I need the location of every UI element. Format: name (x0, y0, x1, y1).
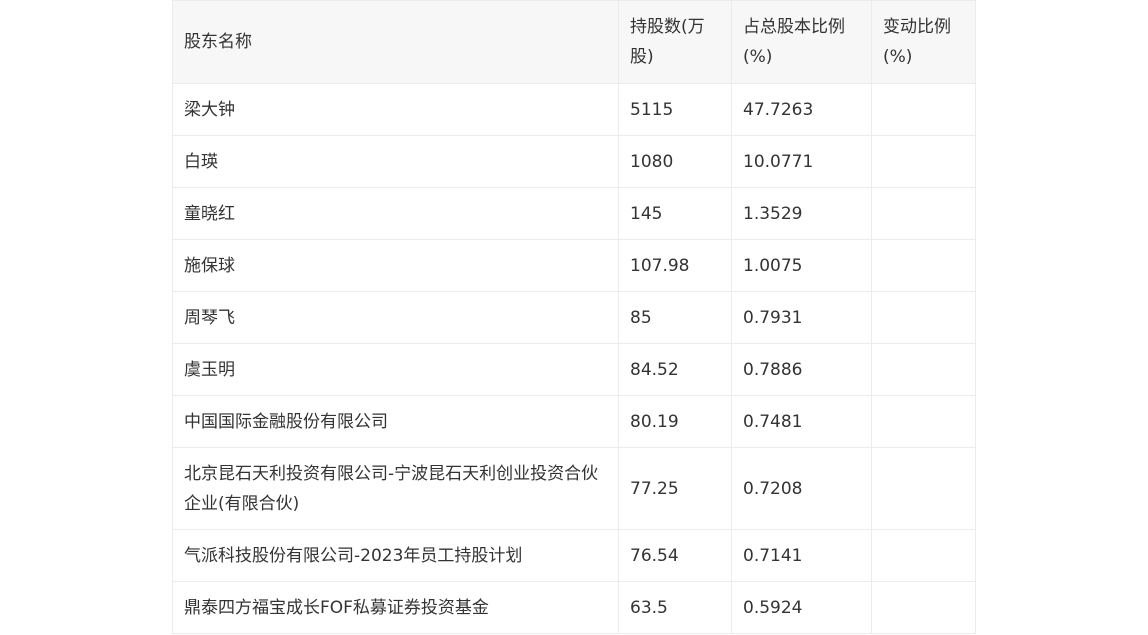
cell-shareholder-name: 施保球 (172, 239, 619, 292)
header-shareholder-name: 股东名称 (172, 0, 619, 84)
cell-change (871, 581, 976, 634)
cell-shareholder-name: 气派科技股份有限公司-2023年员工持股计划 (172, 529, 619, 582)
cell-ratio: 0.5924 (731, 581, 872, 634)
table-row: 童晓红 145 1.3529 (172, 187, 976, 240)
cell-shares: 107.98 (618, 239, 732, 292)
cell-shareholder-name: 白瑛 (172, 135, 619, 188)
table-row: 虞玉明 84.52 0.7886 (172, 343, 976, 396)
cell-ratio: 0.7931 (731, 291, 872, 344)
cell-ratio: 0.7481 (731, 395, 872, 448)
cell-ratio: 0.7208 (731, 447, 872, 530)
cell-shares: 1080 (618, 135, 732, 188)
cell-shareholder-name: 中国国际金融股份有限公司 (172, 395, 619, 448)
cell-change (871, 343, 976, 396)
cell-shareholder-name: 周琴飞 (172, 291, 619, 344)
cell-shareholder-name: 虞玉明 (172, 343, 619, 396)
cell-shares: 84.52 (618, 343, 732, 396)
cell-change (871, 447, 976, 530)
cell-shares: 85 (618, 291, 732, 344)
cell-change (871, 529, 976, 582)
table-row: 中国国际金融股份有限公司 80.19 0.7481 (172, 395, 976, 448)
cell-shares: 77.25 (618, 447, 732, 530)
header-share-ratio: 占总股本比例(%) (731, 0, 872, 84)
table-row: 施保球 107.98 1.0075 (172, 239, 976, 292)
table-row: 气派科技股份有限公司-2023年员工持股计划 76.54 0.7141 (172, 529, 976, 582)
cell-ratio: 0.7141 (731, 529, 872, 582)
cell-change (871, 291, 976, 344)
cell-shareholder-name: 童晓红 (172, 187, 619, 240)
table-row: 白瑛 1080 10.0771 (172, 135, 976, 188)
shareholders-table: 股东名称 持股数(万股) 占总股本比例(%) 变动比例(%) 梁大钟 5115 … (172, 0, 976, 634)
cell-ratio: 1.3529 (731, 187, 872, 240)
table-row: 鼎泰四方福宝成长FOF私募证券投资基金 63.5 0.5924 (172, 581, 976, 634)
cell-change (871, 135, 976, 188)
cell-ratio: 10.0771 (731, 135, 872, 188)
cell-shareholder-name: 鼎泰四方福宝成长FOF私募证券投资基金 (172, 581, 619, 634)
cell-change (871, 239, 976, 292)
cell-change (871, 83, 976, 136)
cell-shares: 80.19 (618, 395, 732, 448)
cell-shares: 145 (618, 187, 732, 240)
table-header-row: 股东名称 持股数(万股) 占总股本比例(%) 变动比例(%) (172, 0, 976, 84)
table-row: 北京昆石天利投资有限公司-宁波昆石天利创业投资合伙企业(有限合伙) 77.25 … (172, 447, 976, 530)
table-row: 周琴飞 85 0.7931 (172, 291, 976, 344)
cell-shareholder-name: 梁大钟 (172, 83, 619, 136)
cell-shares: 63.5 (618, 581, 732, 634)
cell-change (871, 395, 976, 448)
cell-change (871, 187, 976, 240)
cell-shareholder-name: 北京昆石天利投资有限公司-宁波昆石天利创业投资合伙企业(有限合伙) (172, 447, 619, 530)
cell-shares: 76.54 (618, 529, 732, 582)
cell-ratio: 1.0075 (731, 239, 872, 292)
cell-shares: 5115 (618, 83, 732, 136)
cell-ratio: 0.7886 (731, 343, 872, 396)
shareholders-table-container: 股东名称 持股数(万股) 占总股本比例(%) 变动比例(%) 梁大钟 5115 … (172, 0, 976, 634)
header-shares-held: 持股数(万股) (618, 0, 732, 84)
header-change-ratio: 变动比例(%) (871, 0, 976, 84)
table-row: 梁大钟 5115 47.7263 (172, 83, 976, 136)
cell-ratio: 47.7263 (731, 83, 872, 136)
